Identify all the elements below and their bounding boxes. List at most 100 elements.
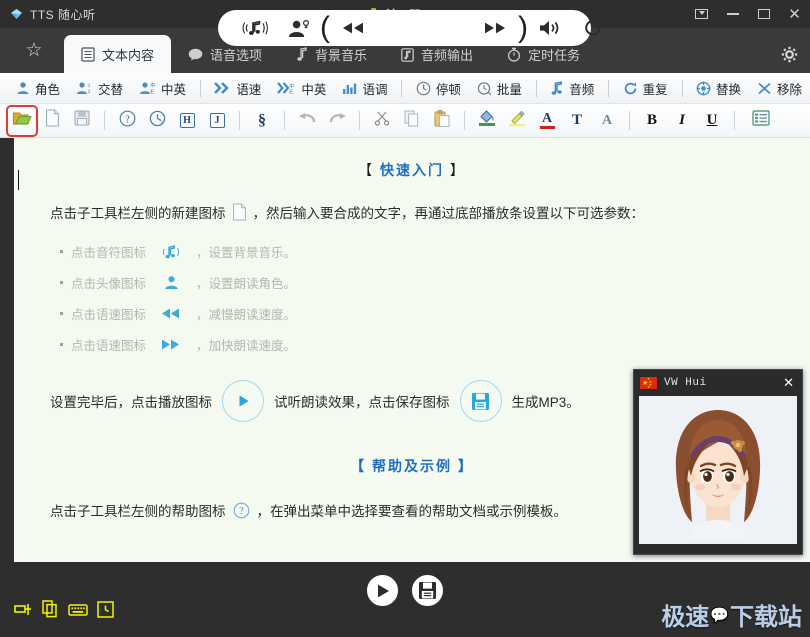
save-button[interactable] — [409, 572, 446, 609]
list-view-button[interactable] — [748, 108, 774, 134]
paste-button[interactable] — [429, 108, 455, 134]
save-button-slot — [424, 10, 472, 46]
toolbar-role-button[interactable]: 角色 — [8, 76, 68, 101]
toolbar-speed-bilingual-button[interactable]: 中E 中英 — [269, 76, 334, 101]
maximize-button[interactable] — [748, 0, 779, 28]
close-icon: ✕ — [788, 7, 801, 22]
clock-icon[interactable] — [97, 601, 114, 618]
scissors-icon — [374, 110, 390, 131]
highlighter-icon — [508, 109, 526, 132]
help-button[interactable]: ? — [114, 108, 140, 134]
play-circle-icon — [222, 380, 264, 422]
background-music-button[interactable] — [232, 10, 278, 46]
close-button[interactable]: ✕ — [779, 0, 810, 28]
loop-button[interactable] — [572, 10, 614, 46]
redo-arrow-icon — [328, 111, 347, 130]
toolbar-replace-button[interactable]: 替换 — [688, 76, 749, 101]
volume-button[interactable] — [528, 10, 572, 46]
chevron-bilingual-icon: 中E — [277, 82, 296, 94]
svg-text:E: E — [150, 90, 154, 96]
underline-icon: U — [707, 112, 718, 129]
open-file-button[interactable] — [9, 108, 35, 134]
play-button[interactable] — [364, 572, 401, 609]
history-button[interactable] — [144, 108, 170, 134]
list-item: 点击音符图标 ，设置背景音乐。 — [60, 242, 810, 261]
watermark-part2: 下载站 — [730, 597, 802, 632]
minimize-icon — [727, 13, 739, 15]
section-sign-icon: § — [258, 112, 266, 130]
toolbar-intonation-button[interactable]: 语调 — [334, 76, 395, 101]
font-color-button[interactable]: A — [534, 108, 560, 134]
bullet-dot — [60, 312, 63, 315]
fill-color-button[interactable] — [474, 108, 500, 134]
clipboard-icon[interactable] — [42, 600, 59, 618]
highlight-button[interactable] — [504, 108, 530, 134]
toolbar-pause-button[interactable]: 停顿 — [408, 76, 469, 101]
voice-preview-panel[interactable]: ★ ★ ★ ★ ★ VW Hui ✕ — [633, 369, 803, 555]
bullet-text-after: ，设置朗读角色。 — [196, 273, 296, 292]
tab-label: 语音选项 — [210, 45, 262, 64]
export-icon[interactable] — [14, 601, 33, 618]
minimize-button[interactable] — [717, 0, 748, 28]
increase-font-button[interactable]: T — [564, 108, 590, 134]
bullet-text-before: 点击音符图标 — [71, 242, 146, 261]
close-icon[interactable]: ✕ — [781, 375, 796, 391]
new-file-button[interactable] — [39, 108, 65, 134]
save-file-button[interactable] — [69, 108, 95, 134]
rewind-button[interactable] — [330, 10, 376, 46]
toolbar-item-label: 移除 — [777, 79, 802, 98]
italic-button[interactable]: I — [669, 108, 695, 134]
toolbar-bilingual-role-button[interactable]: 中E 中英 — [131, 76, 194, 101]
toolbar-repeat-button[interactable]: 重复 — [615, 76, 676, 101]
copy-button[interactable] — [399, 108, 425, 134]
bullet-text-before: 点击头像图标 — [71, 273, 146, 292]
text-caret — [18, 170, 19, 190]
playback-control-bar: ( ) — [218, 10, 591, 46]
toolbar-audio-button[interactable]: 音频 — [542, 76, 602, 101]
window-controls: ✕ — [686, 0, 810, 28]
j-button[interactable]: J — [204, 108, 230, 134]
play-text-mid: 试听朗读效果，点击保存图标 — [274, 391, 450, 411]
app-title: TTS 随心听 — [30, 6, 96, 23]
intro-text-after: ，然后输入要合成的文字，再通过底部播放条设置以下可选参数： — [253, 202, 645, 222]
keyboard-icon[interactable] — [68, 602, 88, 617]
intro-text-before: 点击子工具栏左侧的新建图标 — [50, 202, 226, 222]
bracket-close: 】 — [458, 458, 474, 474]
music-note-icon — [296, 47, 308, 62]
decrease-font-button[interactable]: A — [594, 108, 620, 134]
h-button[interactable]: H — [174, 108, 200, 134]
music-note-icon — [154, 244, 188, 260]
toolbar-speed-button[interactable]: 语速 — [206, 76, 269, 101]
toolbar-item-label: 替换 — [716, 79, 741, 98]
section-button[interactable]: § — [249, 108, 275, 134]
tab-label: 定时任务 — [528, 45, 580, 64]
gear-icon[interactable] — [781, 46, 798, 63]
underline-button[interactable]: U — [699, 108, 725, 134]
tab-label: 背景音乐 — [315, 45, 367, 64]
toolbar-separator — [629, 111, 630, 130]
bold-icon: B — [647, 112, 657, 129]
clock-history-icon — [149, 110, 166, 132]
redo-button[interactable] — [324, 108, 350, 134]
letter-h-icon: H — [180, 113, 195, 128]
cut-button[interactable] — [369, 108, 395, 134]
bold-button[interactable]: B — [639, 108, 665, 134]
title-left-group: TTS 随心听 — [0, 6, 96, 23]
toolbar-remove-button[interactable]: 移除 — [749, 76, 810, 101]
toolbar-batch-button[interactable]: 批量 — [469, 76, 530, 101]
collapse-button[interactable] — [686, 0, 717, 28]
voice-role-button[interactable] — [278, 10, 320, 46]
forward-button[interactable] — [472, 10, 518, 46]
toolbar-item-label: 语速 — [236, 79, 261, 98]
bars-icon — [342, 82, 357, 95]
document-icon — [81, 47, 95, 62]
play-button-slot — [376, 10, 424, 46]
speech-bubble-icon — [188, 48, 203, 61]
toolbar-alternate-button[interactable]: 12 交替 — [68, 76, 131, 101]
quickstart-heading: 【 快速入门 】 — [14, 160, 810, 180]
save-circle-icon — [460, 380, 502, 422]
star-icon[interactable]: ☆ — [4, 28, 64, 73]
tab-text-content[interactable]: 文本内容 — [64, 35, 171, 73]
svg-text:2: 2 — [88, 89, 91, 95]
undo-button[interactable] — [294, 108, 320, 134]
